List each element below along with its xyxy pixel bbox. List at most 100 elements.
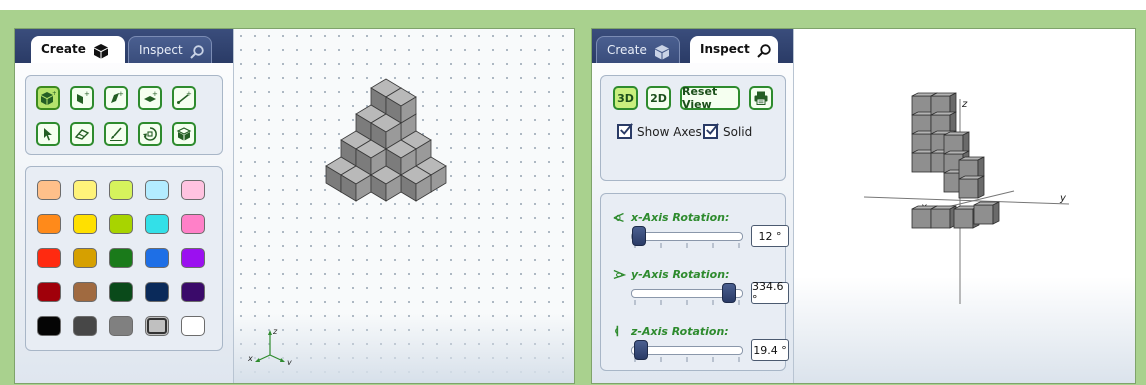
axes-gizmo: z x y [248,327,292,365]
view-2d-button[interactable]: 2D [646,86,671,110]
reset-view-button[interactable]: Reset View [680,85,740,111]
checkmark-icon [703,123,719,139]
color-palette [25,166,223,351]
add-line-tool[interactable]: + [172,86,196,110]
show-axes-label: Show Axes [637,124,702,139]
checkmark-icon [617,123,633,139]
print-button[interactable] [749,86,773,110]
color-swatch[interactable] [73,214,97,234]
color-swatch[interactable] [109,282,133,302]
tab-inspect[interactable]: Inspect [128,36,212,63]
color-swatch[interactable] [145,214,169,234]
rotation-value-field[interactable]: 334.6 ° [751,280,789,306]
color-swatch[interactable] [181,214,205,234]
color-swatch[interactable] [181,248,205,268]
rotation-value-field[interactable]: 19.4 ° [751,339,789,361]
eraser-icon [74,129,90,140]
rotation-label: z-Axis Rotation: [631,325,729,338]
color-swatch[interactable] [73,316,97,336]
color-swatch[interactable] [145,316,169,336]
select-arrow-icon [44,128,52,141]
color-swatch[interactable] [181,282,205,302]
rotation-controls: x-Axis Rotation: 12 ° y-Axis Rotation: 334.… [600,193,789,371]
tab-create-label: Create [607,43,647,57]
solid-checkbox[interactable]: Solid [703,123,753,139]
tab-inspect-label: Inspect [700,42,750,56]
z-axis-label: z [961,99,968,110]
show-axes-checkbox[interactable]: Show Axes [617,123,702,139]
tab-create[interactable]: Create [31,36,125,63]
view-cube-tool[interactable] [172,122,196,146]
rotation-slider-thumb[interactable] [634,340,648,360]
view-3d-button[interactable]: 3D [613,86,638,110]
tool-palette: + + + + + [25,75,223,155]
build-canvas[interactable]: z x y [234,29,574,383]
color-swatch[interactable] [37,316,61,336]
rotation-slider-thumb[interactable] [632,226,646,246]
rotate-icon [143,127,157,141]
cube-front-face [953,208,974,229]
gizmo-y-label: y [286,358,292,365]
y-rotation-icon [613,269,627,279]
rotation-slider-thumb[interactable] [722,283,736,303]
x-rotation-icon [613,212,624,222]
rotation-label: x-Axis Rotation: [631,211,730,224]
solid-label: Solid [723,124,753,139]
color-swatch[interactable] [73,282,97,302]
view-cube-icon [176,127,192,141]
cube-icon [653,43,671,61]
y-axis-label: y [1059,193,1067,204]
create-tab-bar: Create Inspect [15,29,233,63]
color-swatch[interactable] [109,214,133,234]
add-face-tool[interactable]: + [70,86,94,110]
svg-text:+: + [118,90,124,98]
add-edge-icon: + [111,90,124,103]
color-swatch[interactable] [145,248,169,268]
magnifier-icon [189,43,205,61]
add-edge-tool[interactable]: + [104,86,128,110]
inspect-view-canvas[interactable]: z y x [794,29,1135,383]
color-swatch[interactable] [37,248,61,268]
svg-text:+: + [84,90,90,98]
add-face-icon: + [77,90,90,104]
color-swatch[interactable] [109,316,133,336]
color-swatch[interactable] [181,180,205,200]
create-sidebar: Create Inspect + + + + [15,29,234,383]
gizmo-z-label: z [272,327,278,336]
cube-front-face [973,204,994,225]
z-rotation-icon [615,325,619,337]
color-swatch[interactable] [73,248,97,268]
axes-view: z y x [863,92,1070,304]
rotation-value-field[interactable]: 12 ° [751,225,789,247]
cube-front-face [958,178,979,199]
color-swatch[interactable] [37,282,61,302]
gizmo-x-label: x [248,354,253,363]
tab-create[interactable]: Create [596,36,680,63]
svg-text:+: + [186,90,192,98]
select-tool[interactable] [36,122,60,146]
paint-tool[interactable] [104,122,128,146]
rotate-tool[interactable] [138,122,162,146]
rotation-slider-track[interactable] [631,232,743,241]
printer-icon [754,91,768,105]
color-swatch[interactable] [145,180,169,200]
cube-icon [92,42,110,60]
tab-inspect[interactable]: Inspect [690,36,778,63]
slider-ticks [634,357,740,362]
color-swatch[interactable] [37,180,61,200]
svg-text:+: + [52,90,56,97]
add-line-icon: + [177,90,192,104]
color-swatch[interactable] [181,316,205,336]
add-cube-icon: + [41,90,56,105]
add-cube-tool[interactable]: + [36,86,60,110]
color-swatch[interactable] [145,282,169,302]
color-swatch[interactable] [109,248,133,268]
eraser-tool[interactable] [70,122,94,146]
color-swatch[interactable] [73,180,97,200]
add-plane-tool[interactable]: + [138,86,162,110]
inspect-tab-bar: Create Inspect [592,29,793,63]
color-swatch[interactable] [109,180,133,200]
color-swatch[interactable] [37,214,61,234]
tab-create-label: Create [41,42,86,56]
cube-front-face [911,208,932,229]
